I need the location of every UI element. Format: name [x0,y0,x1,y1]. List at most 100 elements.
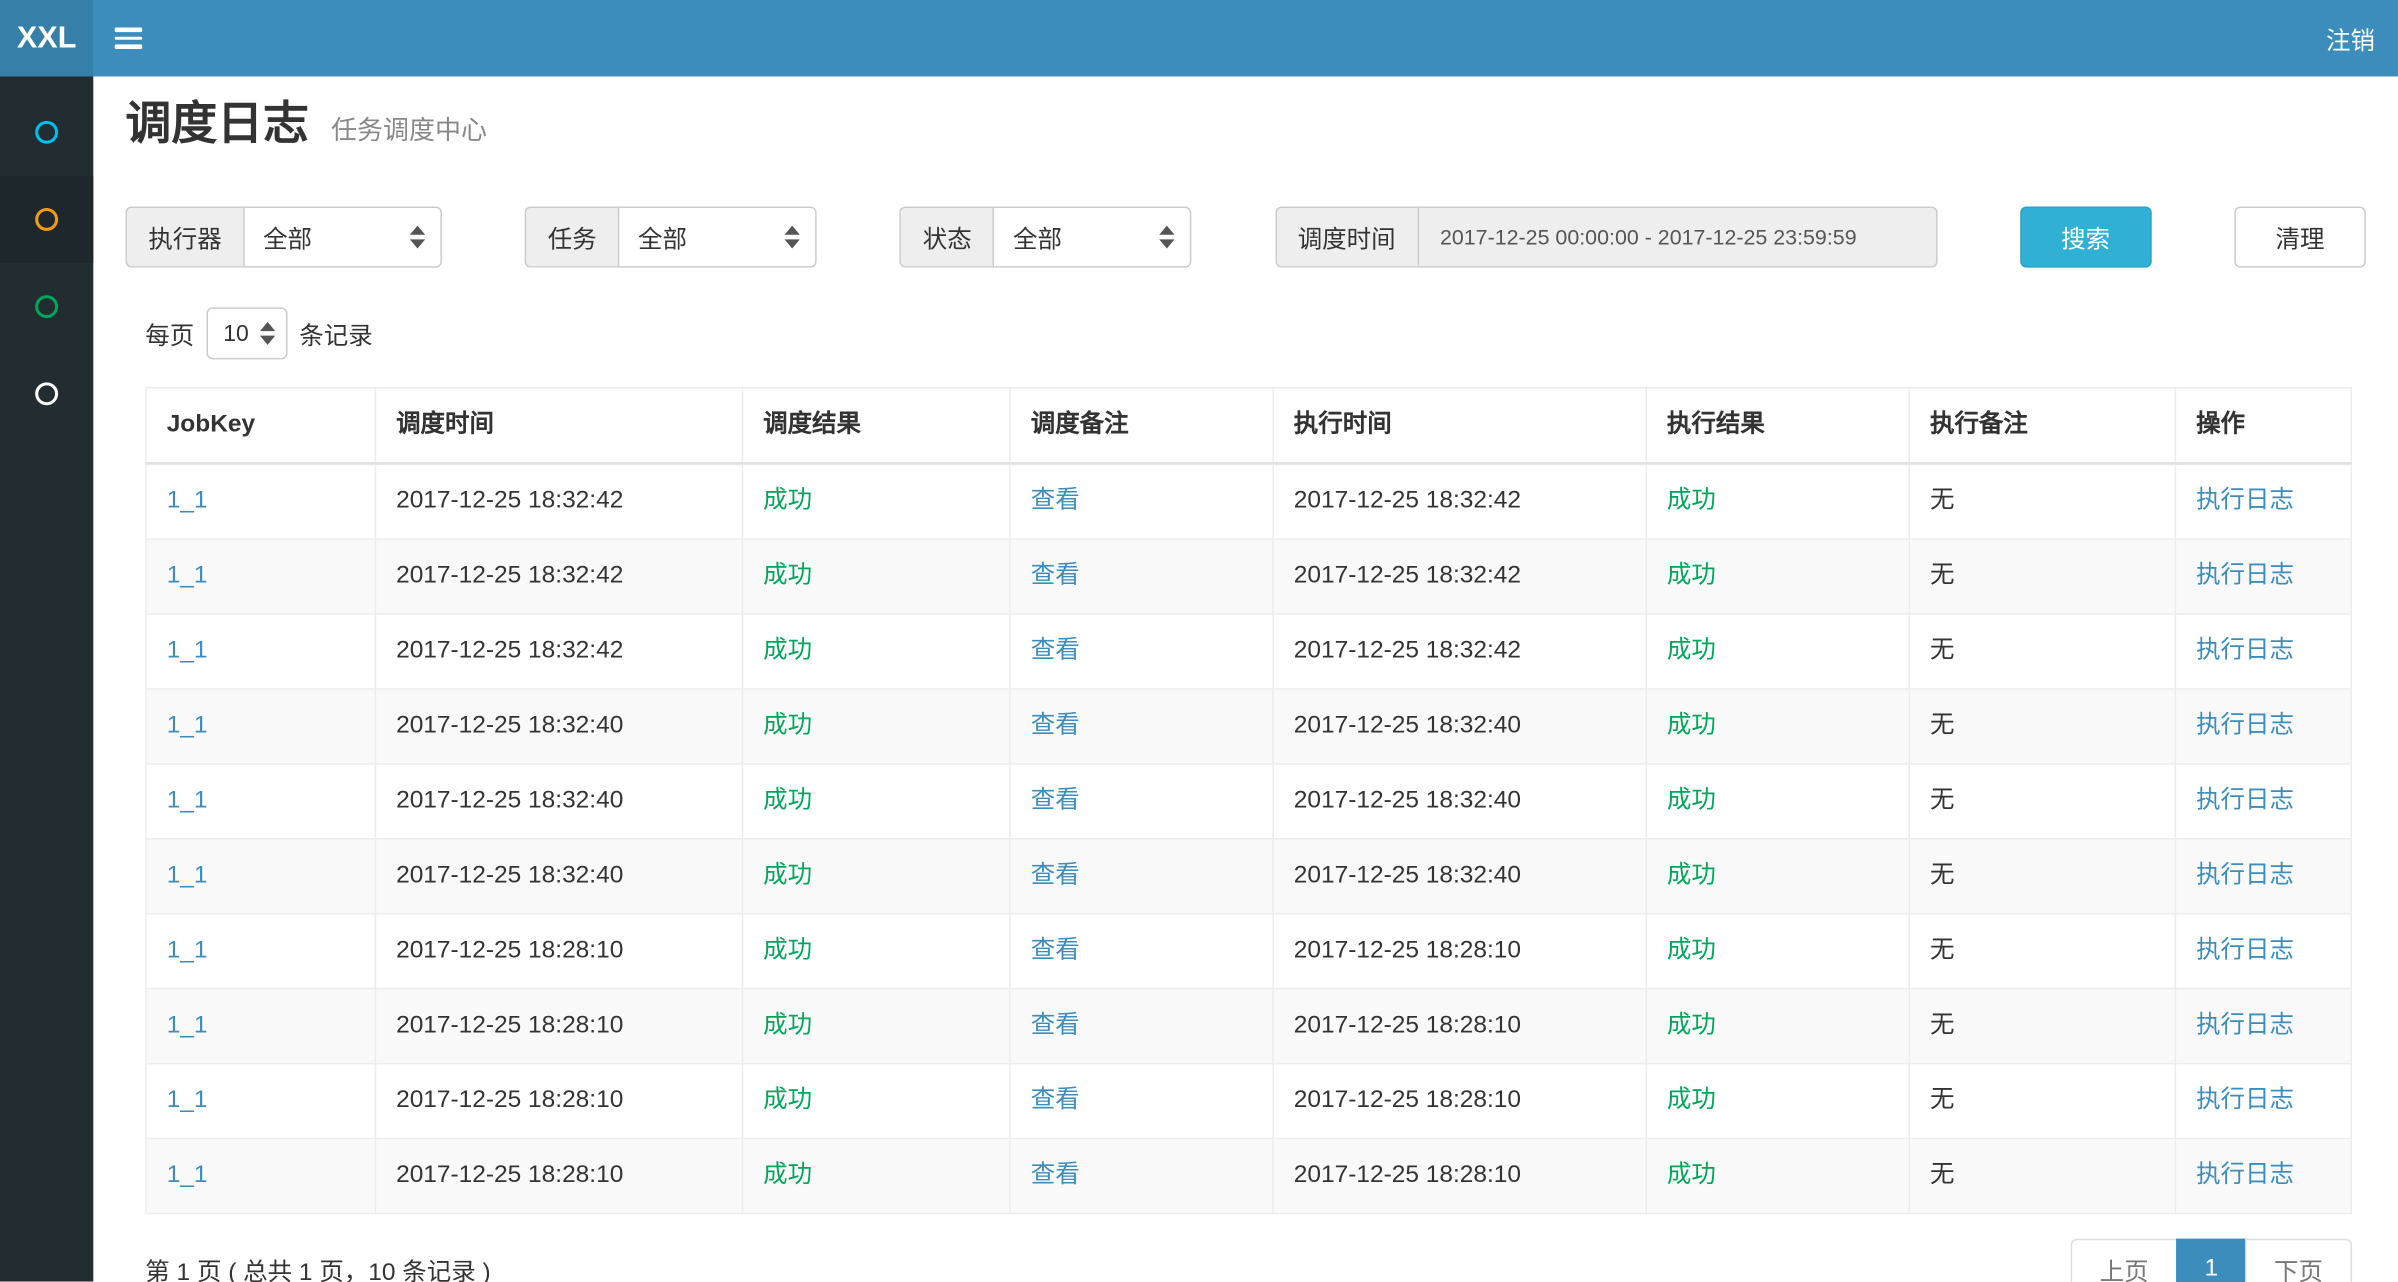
trigger-msg-cell: 查看 [1010,463,1273,539]
trigger-msg-link[interactable]: 查看 [1031,937,1080,963]
status-filter-group: 状态 全部 [900,206,1192,267]
handle-msg-cell: 无 [1909,689,2175,764]
table-row: 1_1 2017-12-25 18:32:40 成功 查看 2017-12-25… [146,689,2351,764]
trigger-msg-link[interactable]: 查看 [1031,638,1080,664]
pagesize-suffix-label: 条记录 [299,315,372,352]
executor-filter-value: 全部 [263,219,312,256]
column-header-trigger-msg: 调度备注 [1010,388,1273,464]
trigger-msg-cell: 查看 [1010,539,1273,614]
sidebar-item-1[interactable] [0,89,93,176]
trigger-msg-link[interactable]: 查看 [1031,713,1080,739]
trigger-time-cell: 2017-12-25 18:32:42 [375,539,742,614]
page-title: 调度日志 [125,99,309,149]
column-header-action: 操作 [2175,388,2351,464]
trigger-msg-link[interactable]: 查看 [1031,1162,1080,1188]
job-filter-label: 任务 [525,206,618,267]
trigger-time-range-input[interactable]: 2017-12-25 00:00:00 - 2017-12-25 23:59:5… [1417,206,1937,267]
trigger-msg-cell: 查看 [1010,914,1273,989]
sidebar-item-2[interactable] [0,176,93,263]
handle-msg-cell: 无 [1909,463,2175,539]
exec-log-link[interactable]: 执行日志 [2196,563,2294,589]
handle-result-cell: 成功 [1646,764,1909,839]
jobkey-link[interactable]: 1_1 [167,563,208,589]
handle-result-cell: 成功 [1646,1064,1909,1139]
prev-page-button[interactable]: 上页 [2071,1239,2178,1282]
sidebar-toggle-button[interactable] [93,0,163,76]
jobkey-link[interactable]: 1_1 [167,1012,208,1038]
trigger-msg-link[interactable]: 查看 [1031,1012,1080,1038]
circle-icon [35,382,58,405]
jobkey-link[interactable]: 1_1 [167,788,208,814]
pagination: 上页 1 下页 [2071,1239,2352,1282]
trigger-msg-cell: 查看 [1010,1064,1273,1139]
app-logo[interactable]: XXL [0,0,93,76]
executor-filter-select[interactable]: 全部 [243,206,442,267]
status-filter-label: 状态 [900,206,993,267]
trigger-result-cell: 成功 [742,914,1010,989]
trigger-result-cell: 成功 [742,839,1010,914]
jobkey-link[interactable]: 1_1 [167,1162,208,1188]
sidebar-item-4[interactable] [0,350,93,437]
select-arrows-icon [260,322,275,345]
pagesize-select[interactable]: 10 [206,307,287,359]
logout-link[interactable]: 注销 [2303,0,2398,76]
trigger-time-cell: 2017-12-25 18:32:40 [375,689,742,764]
sidebar [0,76,93,1281]
exec-log-link[interactable]: 执行日志 [2196,788,2294,814]
sidebar-item-3[interactable] [0,263,93,350]
table-footer: 第 1 页 ( 总共 1 页，10 条记录 ) 上页 1 下页 [145,1239,2352,1282]
trigger-msg-link[interactable]: 查看 [1031,1087,1080,1113]
exec-log-link[interactable]: 执行日志 [2196,1012,2294,1038]
action-cell: 执行日志 [2175,1139,2351,1214]
trigger-msg-link[interactable]: 查看 [1031,788,1080,814]
exec-log-link[interactable]: 执行日志 [2196,863,2294,889]
column-header-handle-result: 执行结果 [1646,388,1909,464]
jobkey-link[interactable]: 1_1 [167,488,208,514]
exec-log-link[interactable]: 执行日志 [2196,488,2294,514]
search-button[interactable]: 搜索 [2020,206,2152,267]
exec-log-link[interactable]: 执行日志 [2196,713,2294,739]
next-page-button[interactable]: 下页 [2245,1239,2352,1282]
trigger-msg-link[interactable]: 查看 [1031,488,1080,514]
content-area: 调度日志 任务调度中心 执行器 全部 任务 全部 [93,76,2398,1281]
trigger-msg-link[interactable]: 查看 [1031,563,1080,589]
jobkey-link[interactable]: 1_1 [167,1087,208,1113]
action-cell: 执行日志 [2175,989,2351,1064]
exec-log-link[interactable]: 执行日志 [2196,937,2294,963]
column-header-jobkey: JobKey [146,388,375,464]
table-row: 1_1 2017-12-25 18:32:42 成功 查看 2017-12-25… [146,463,2351,539]
handle-time-cell: 2017-12-25 18:32:40 [1273,839,1646,914]
table-row: 1_1 2017-12-25 18:32:40 成功 查看 2017-12-25… [146,764,2351,839]
trigger-msg-link[interactable]: 查看 [1031,863,1080,889]
table-row: 1_1 2017-12-25 18:28:10 成功 查看 2017-12-25… [146,1139,2351,1214]
handle-msg-cell: 无 [1909,764,2175,839]
jobkey-link[interactable]: 1_1 [167,937,208,963]
trigger-result-cell: 成功 [742,689,1010,764]
column-header-handle-msg: 执行备注 [1909,388,2175,464]
handle-time-cell: 2017-12-25 18:28:10 [1273,1064,1646,1139]
trigger-msg-cell: 查看 [1010,989,1273,1064]
page-1-button[interactable]: 1 [2176,1239,2246,1282]
job-filter-select[interactable]: 全部 [618,206,817,267]
handle-time-cell: 2017-12-25 18:28:10 [1273,914,1646,989]
exec-log-link[interactable]: 执行日志 [2196,1162,2294,1188]
select-arrows-icon [410,226,425,249]
handle-time-cell: 2017-12-25 18:28:10 [1273,989,1646,1064]
trigger-msg-cell: 查看 [1010,764,1273,839]
jobkey-link[interactable]: 1_1 [167,713,208,739]
datatable-wrapper: 每页 10 条记录 JobKey [145,307,2352,1282]
exec-log-link[interactable]: 执行日志 [2196,638,2294,664]
clean-button[interactable]: 清理 [2234,206,2366,267]
handle-time-cell: 2017-12-25 18:32:40 [1273,764,1646,839]
trigger-result-cell: 成功 [742,1139,1010,1214]
exec-log-link[interactable]: 执行日志 [2196,1087,2294,1113]
trigger-time-cell: 2017-12-25 18:32:42 [375,463,742,539]
content-header: 调度日志 任务调度中心 [125,98,2365,161]
trigger-msg-cell: 查看 [1010,839,1273,914]
job-filter-group: 任务 全部 [525,206,817,267]
jobkey-link[interactable]: 1_1 [167,863,208,889]
column-header-handle-time: 执行时间 [1273,388,1646,464]
jobkey-link[interactable]: 1_1 [167,638,208,664]
jobkey-cell: 1_1 [146,989,375,1064]
status-filter-select[interactable]: 全部 [993,206,1192,267]
